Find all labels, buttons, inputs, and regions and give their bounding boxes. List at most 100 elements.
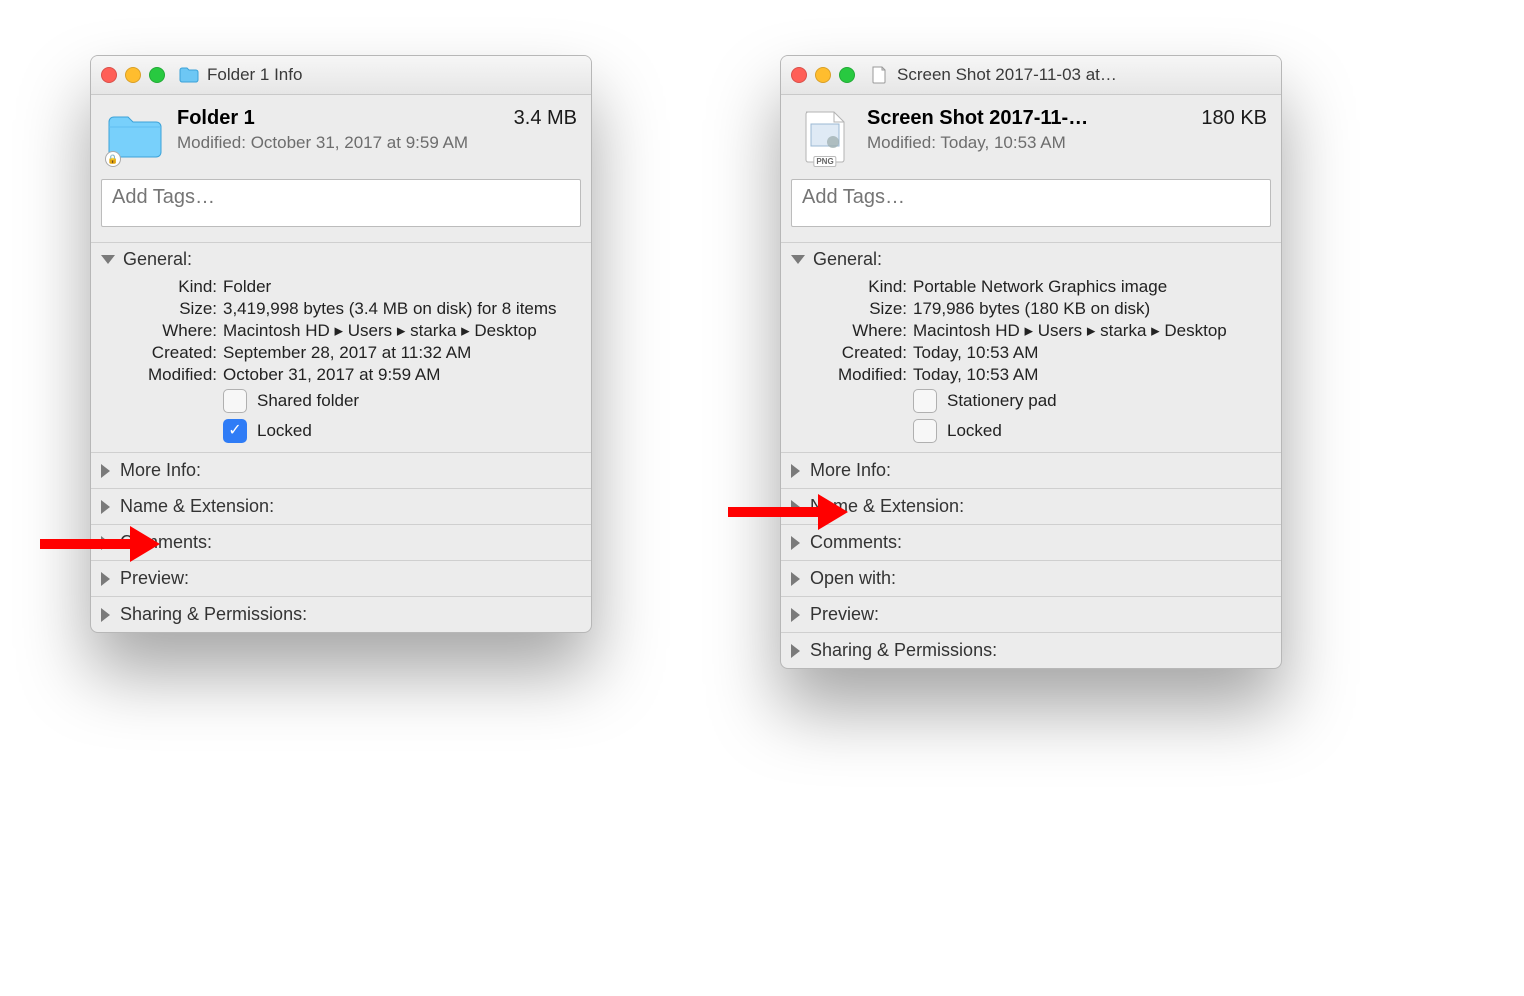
annotation-arrow-right <box>728 498 848 526</box>
item-modified: Modified: Today, 10:53 AM <box>867 133 1267 153</box>
section-sharing[interactable]: Sharing & Permissions: <box>781 632 1281 668</box>
chevron-down-icon <box>791 255 805 264</box>
section-more-info[interactable]: More Info: <box>781 452 1281 488</box>
close-button[interactable] <box>791 67 807 83</box>
header: PNG Screen Shot 2017-11-… 180 KB Modifie… <box>781 95 1281 175</box>
size-label: Size: <box>819 299 907 319</box>
check-icon: ✓ <box>228 423 241 439</box>
tags-field-wrap <box>101 179 581 232</box>
png-large-icon: PNG <box>795 107 855 167</box>
item-name: Screen Shot 2017-11-… <box>867 107 1088 130</box>
file-icon <box>869 66 889 84</box>
chevron-down-icon <box>101 255 115 264</box>
stationery-pad-label: Stationery pad <box>947 391 1057 411</box>
shared-folder-row: Shared folder <box>91 386 591 416</box>
preview-label: Preview: <box>120 568 189 589</box>
titlebar[interactable]: Folder 1 Info <box>91 56 591 95</box>
where-value: Macintosh HD ▸ Users ▸ starka ▸ Desktop <box>913 321 1227 341</box>
modified-label: Modified: <box>129 365 217 385</box>
general-label: General: <box>123 249 192 270</box>
info-window-file: Screen Shot 2017-11-03 at… PNG Screen Sh… <box>780 55 1282 669</box>
locked-checkbox[interactable] <box>913 419 937 443</box>
minimize-button[interactable] <box>815 67 831 83</box>
kind-label: Kind: <box>129 277 217 297</box>
window-title: Screen Shot 2017-11-03 at… <box>897 65 1117 85</box>
kind-value: Portable Network Graphics image <box>913 277 1167 297</box>
kind-label: Kind: <box>819 277 907 297</box>
item-size: 3.4 MB <box>514 107 577 130</box>
section-name-extension[interactable]: Name & Extension: <box>781 488 1281 524</box>
locked-checkbox[interactable]: ✓ <box>223 419 247 443</box>
minimize-button[interactable] <box>125 67 141 83</box>
name-extension-label: Name & Extension: <box>120 496 274 517</box>
info-window-folder: Folder 1 Info 🔒 Folder 1 3.4 MB Modified… <box>90 55 592 633</box>
open-with-label: Open with: <box>810 568 896 589</box>
locked-row: Locked <box>781 416 1281 446</box>
lock-badge-icon: 🔒 <box>105 151 121 167</box>
shared-folder-checkbox[interactable] <box>223 389 247 413</box>
size-value: 179,986 bytes (180 KB on disk) <box>913 299 1150 319</box>
tags-input[interactable] <box>101 179 581 227</box>
zoom-button[interactable] <box>839 67 855 83</box>
close-button[interactable] <box>101 67 117 83</box>
section-preview[interactable]: Preview: <box>91 560 591 596</box>
chevron-right-icon <box>101 500 110 514</box>
general-label: General: <box>813 249 882 270</box>
more-info-label: More Info: <box>810 460 891 481</box>
zoom-button[interactable] <box>149 67 165 83</box>
annotation-arrow-left <box>40 530 160 558</box>
modified-label: Modified: <box>819 365 907 385</box>
section-open-with[interactable]: Open with: <box>781 560 1281 596</box>
png-badge: PNG <box>813 156 836 167</box>
size-value: 3,419,998 bytes (3.4 MB on disk) for 8 i… <box>223 299 557 319</box>
folder-icon <box>179 66 199 84</box>
kind-value: Folder <box>223 277 271 297</box>
chevron-right-icon <box>791 536 800 550</box>
where-value: Macintosh HD ▸ Users ▸ starka ▸ Desktop <box>223 321 537 341</box>
created-value: September 28, 2017 at 11:32 AM <box>223 343 471 363</box>
locked-label: Locked <box>257 421 312 441</box>
section-sharing[interactable]: Sharing & Permissions: <box>91 596 591 632</box>
created-label: Created: <box>129 343 217 363</box>
tags-field-wrap <box>791 179 1271 232</box>
folder-large-icon: 🔒 <box>105 107 165 167</box>
section-comments[interactable]: Comments: <box>781 524 1281 560</box>
general-disclosure[interactable]: General: <box>781 243 1281 276</box>
section-preview[interactable]: Preview: <box>781 596 1281 632</box>
modified-value: October 31, 2017 at 9:59 AM <box>223 365 440 385</box>
item-size: 180 KB <box>1201 107 1267 130</box>
chevron-right-icon <box>791 464 800 478</box>
section-name-extension[interactable]: Name & Extension: <box>91 488 591 524</box>
chevron-right-icon <box>791 572 800 586</box>
chevron-right-icon <box>101 608 110 622</box>
header: 🔒 Folder 1 3.4 MB Modified: October 31, … <box>91 95 591 175</box>
locked-row: ✓ Locked <box>91 416 591 446</box>
stationery-pad-row: Stationery pad <box>781 386 1281 416</box>
comments-label: Comments: <box>810 532 902 553</box>
sharing-label: Sharing & Permissions: <box>810 640 997 661</box>
item-name: Folder 1 <box>177 107 255 130</box>
preview-label: Preview: <box>810 604 879 625</box>
section-general: General: Kind: Folder Size: 3,419,998 byte… <box>91 242 591 452</box>
where-label: Where: <box>129 321 217 341</box>
size-label: Size: <box>129 299 217 319</box>
more-info-label: More Info: <box>120 460 201 481</box>
tags-input[interactable] <box>791 179 1271 227</box>
shared-folder-label: Shared folder <box>257 391 359 411</box>
section-comments[interactable]: Comments: <box>91 524 591 560</box>
created-label: Created: <box>819 343 907 363</box>
chevron-right-icon <box>101 464 110 478</box>
chevron-right-icon <box>791 608 800 622</box>
chevron-right-icon <box>101 572 110 586</box>
general-disclosure[interactable]: General: <box>91 243 591 276</box>
where-label: Where: <box>819 321 907 341</box>
titlebar[interactable]: Screen Shot 2017-11-03 at… <box>781 56 1281 95</box>
section-more-info[interactable]: More Info: <box>91 452 591 488</box>
window-title: Folder 1 Info <box>207 65 302 85</box>
created-value: Today, 10:53 AM <box>913 343 1038 363</box>
stationery-pad-checkbox[interactable] <box>913 389 937 413</box>
item-modified: Modified: October 31, 2017 at 9:59 AM <box>177 133 577 153</box>
locked-label: Locked <box>947 421 1002 441</box>
section-general: General: Kind: Portable Network Graphics … <box>781 242 1281 452</box>
modified-value: Today, 10:53 AM <box>913 365 1038 385</box>
